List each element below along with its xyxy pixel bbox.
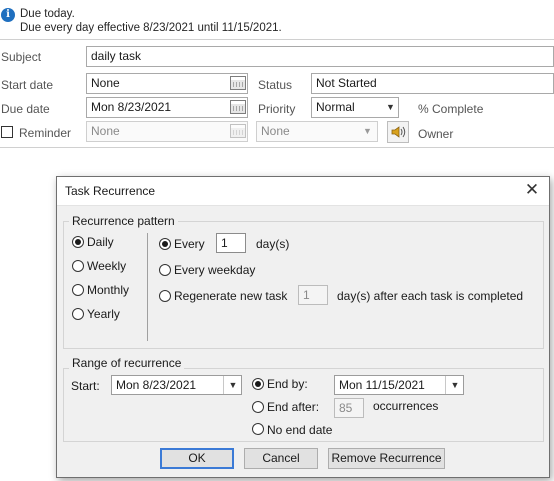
regenerate-suffix-label: day(s) after each task is completed bbox=[337, 289, 524, 303]
owner-label: Owner bbox=[418, 127, 454, 141]
status-label: Status bbox=[258, 78, 293, 92]
start-date-label: Start date bbox=[1, 78, 54, 92]
end-by-value: Mon 11/15/2021 bbox=[339, 378, 425, 392]
every-weekday-radio[interactable] bbox=[159, 264, 171, 276]
info-due-today: Due today. bbox=[20, 8, 75, 20]
end-by-label[interactable]: End by: bbox=[267, 377, 308, 391]
subject-input[interactable]: daily task bbox=[86, 46, 554, 67]
info-icon: i bbox=[1, 8, 15, 22]
weekly-radio[interactable] bbox=[72, 260, 84, 272]
start-date-input[interactable]: None bbox=[86, 73, 248, 94]
every-days-input[interactable]: 1 bbox=[216, 233, 246, 253]
every-unit-label: day(s) bbox=[256, 237, 290, 251]
chevron-down-icon: ▼ bbox=[386, 102, 395, 112]
info-recurrence: Due every day effective 8/23/2021 until … bbox=[20, 22, 282, 34]
monthly-radio[interactable] bbox=[72, 284, 84, 296]
calendar-icon[interactable] bbox=[230, 124, 246, 138]
end-by-combo[interactable]: Mon 11/15/2021 ▼ bbox=[334, 375, 464, 395]
calendar-icon[interactable] bbox=[230, 100, 246, 114]
dialog-title: Task Recurrence bbox=[65, 184, 156, 198]
reminder-time-select[interactable]: None ▼ bbox=[256, 121, 378, 142]
divider bbox=[0, 147, 554, 148]
recurrence-pattern-legend: Recurrence pattern bbox=[69, 214, 178, 228]
priority-label: Priority bbox=[258, 102, 296, 116]
end-after-input[interactable]: 85 bbox=[334, 398, 364, 418]
chevron-down-icon: ▼ bbox=[363, 126, 372, 136]
remove-recurrence-button[interactable]: Remove Recurrence bbox=[328, 448, 445, 469]
speaker-icon bbox=[391, 126, 406, 138]
cancel-button[interactable]: Cancel bbox=[244, 448, 318, 469]
close-icon[interactable]: ✕ bbox=[522, 180, 542, 200]
regenerate-label[interactable]: Regenerate new task bbox=[174, 289, 287, 303]
pattern-separator bbox=[147, 233, 148, 341]
regenerate-days-input[interactable]: 1 bbox=[298, 285, 328, 305]
yearly-radio[interactable] bbox=[72, 308, 84, 320]
range-legend: Range of recurrence bbox=[69, 356, 185, 370]
range-start-combo[interactable]: Mon 8/23/2021 ▼ bbox=[111, 375, 242, 395]
daily-radio[interactable] bbox=[72, 236, 84, 248]
chevron-down-icon[interactable]: ▼ bbox=[445, 376, 464, 394]
reminder-sound-button[interactable] bbox=[387, 121, 409, 143]
due-date-input[interactable]: Mon 8/23/2021 bbox=[86, 97, 248, 118]
ok-button[interactable]: OK bbox=[160, 448, 234, 469]
end-by-radio[interactable] bbox=[252, 378, 264, 390]
every-label[interactable]: Every bbox=[174, 237, 205, 251]
every-n-days-radio[interactable] bbox=[159, 238, 171, 250]
divider bbox=[0, 39, 554, 40]
reminder-checkbox[interactable] bbox=[1, 126, 13, 138]
no-end-date-label[interactable]: No end date bbox=[267, 423, 332, 437]
regenerate-radio[interactable] bbox=[159, 290, 171, 302]
occurrences-label: occurrences bbox=[373, 399, 439, 413]
end-after-label[interactable]: End after: bbox=[267, 400, 319, 414]
reminder-label: Reminder bbox=[19, 126, 72, 140]
priority-select[interactable]: Normal ▼ bbox=[311, 97, 399, 118]
yearly-label[interactable]: Yearly bbox=[87, 307, 120, 321]
due-date-label: Due date bbox=[1, 102, 50, 116]
weekly-label[interactable]: Weekly bbox=[87, 259, 126, 273]
calendar-icon[interactable] bbox=[230, 76, 246, 90]
subject-label: Subject bbox=[1, 50, 42, 64]
no-end-date-radio[interactable] bbox=[252, 423, 264, 435]
daily-label[interactable]: Daily bbox=[87, 235, 114, 249]
start-label: Start: bbox=[71, 379, 100, 393]
reminder-time-value: None bbox=[261, 124, 290, 138]
chevron-down-icon[interactable]: ▼ bbox=[223, 376, 242, 394]
every-weekday-label[interactable]: Every weekday bbox=[174, 263, 255, 277]
end-after-radio[interactable] bbox=[252, 401, 264, 413]
monthly-label[interactable]: Monthly bbox=[87, 283, 129, 297]
priority-value: Normal bbox=[316, 100, 355, 114]
percent-complete-label: % Complete bbox=[418, 102, 484, 116]
status-select[interactable]: Not Started bbox=[311, 73, 554, 94]
task-recurrence-dialog: Task Recurrence ✕ Recurrence pattern Dai… bbox=[56, 176, 550, 478]
reminder-date-input[interactable]: None bbox=[86, 121, 248, 142]
dialog-titlebar: Task Recurrence ✕ bbox=[57, 177, 549, 206]
range-start-value: Mon 8/23/2021 bbox=[116, 378, 197, 392]
